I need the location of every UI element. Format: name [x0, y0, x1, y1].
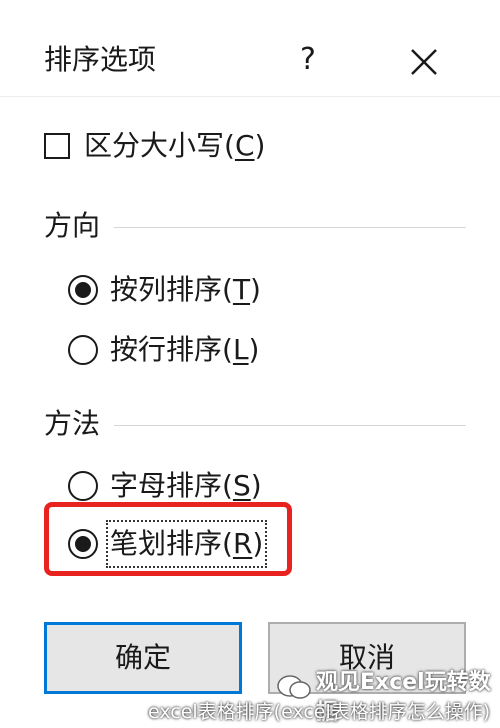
- case-sensitive-option[interactable]: 区分大小写(C): [44, 126, 265, 166]
- watermark-caption: excel表格排序(excel表格排序怎么操作): [148, 701, 491, 723]
- stroke-sort-label: 笔划排序(R): [105, 520, 268, 568]
- close-icon: [411, 49, 437, 75]
- alphabetic-sort-option[interactable]: 字母排序(S): [68, 466, 262, 506]
- title-bar: 排序选项 ?: [0, 0, 500, 97]
- case-sensitive-label: 区分大小写(C): [84, 129, 266, 162]
- help-button[interactable]: ?: [286, 38, 330, 82]
- watermark: 观见Excel玩转数据 excel表格排序(excel表格排序怎么操作): [0, 668, 500, 728]
- method-group-label: 方法: [44, 407, 101, 440]
- method-group: 方法: [44, 404, 466, 444]
- sort-by-column-radio[interactable]: [68, 275, 98, 305]
- sort-by-column-option[interactable]: 按列排序(T): [68, 270, 261, 310]
- case-sensitive-checkbox[interactable]: [44, 133, 70, 159]
- dialog-title: 排序选项: [44, 43, 157, 76]
- stroke-sort-radio[interactable]: [68, 529, 98, 559]
- sort-by-row-radio[interactable]: [68, 335, 98, 365]
- stroke-sort-option[interactable]: 笔划排序(R): [68, 520, 268, 568]
- orientation-divider: [114, 227, 466, 228]
- sort-by-row-label: 按行排序(L): [110, 333, 260, 366]
- sort-options-dialog: 排序选项 ? 区分大小写(C) 方向 按列排序(T) 按行排序(L) 方法 字母…: [0, 0, 500, 728]
- alphabetic-sort-label: 字母排序(S): [110, 469, 262, 502]
- alphabetic-sort-radio[interactable]: [68, 471, 98, 501]
- orientation-group: 方向: [44, 206, 466, 246]
- close-button[interactable]: [400, 38, 448, 86]
- orientation-group-label: 方向: [44, 209, 101, 242]
- method-divider: [114, 425, 466, 426]
- sort-by-column-label: 按列排序(T): [110, 273, 261, 306]
- sort-by-row-option[interactable]: 按行排序(L): [68, 330, 259, 370]
